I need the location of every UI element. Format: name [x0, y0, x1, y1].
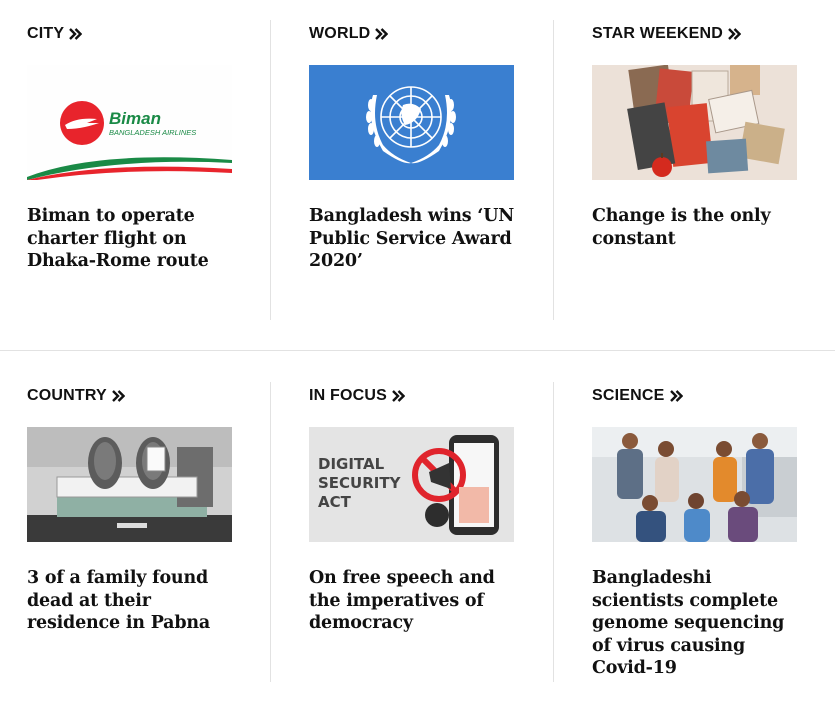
biman-logo-subtext: BANGLADESH AIRLINES [109, 128, 197, 137]
section-label: COUNTRY [27, 387, 107, 404]
headline-city[interactable]: Biman to operate charter flight on Dhaka… [27, 205, 242, 273]
headline-science[interactable]: Bangladeshi scientists complete genome s… [592, 567, 807, 680]
double-chevron-right-icon [375, 28, 389, 40]
section-link-world[interactable]: WORLD [309, 24, 514, 44]
section-link-science[interactable]: SCIENCE [592, 386, 797, 406]
column-divider [270, 382, 271, 682]
double-chevron-right-icon [69, 28, 83, 40]
section-link-star-weekend[interactable]: STAR WEEKEND [592, 24, 797, 44]
biman-logo-text: Biman [109, 109, 161, 128]
column-divider [553, 20, 554, 320]
section-label: SCIENCE [592, 387, 665, 404]
thumbnail-scientists-photo[interactable] [592, 427, 797, 542]
section-link-in-focus[interactable]: IN FOCUS [309, 386, 514, 406]
thumbnail-morgue-illustration[interactable] [27, 427, 232, 542]
column-divider [553, 382, 554, 682]
magazine-collage-image [592, 65, 797, 180]
double-chevron-right-icon [669, 390, 683, 402]
morgue-illustration-image [27, 427, 232, 542]
news-card-city: CITY [27, 24, 232, 44]
dsa-graphic-text-line1: DIGITAL [318, 455, 385, 473]
un-emblem-image [309, 65, 514, 180]
thumbnail-magazine-collage[interactable] [592, 65, 797, 180]
news-card-world: WORLD [309, 24, 514, 44]
section-label: WORLD [309, 25, 371, 42]
double-chevron-right-icon [728, 28, 741, 40]
headline-in-focus[interactable]: On free speech and the imperatives of de… [309, 567, 524, 635]
thumbnail-un-emblem[interactable] [309, 65, 514, 180]
row-divider [0, 350, 835, 351]
dsa-graphic-text-line2: SECURITY [318, 474, 401, 492]
section-label: STAR WEEKEND [592, 25, 723, 42]
column-divider [270, 20, 271, 320]
headline-country[interactable]: 3 of a family found dead at their reside… [27, 567, 242, 635]
news-card-in-focus: IN FOCUS [309, 386, 514, 406]
section-link-city[interactable]: CITY [27, 24, 232, 44]
headline-star-weekend[interactable]: Change is the only constant [592, 205, 807, 250]
news-card-star-weekend: STAR WEEKEND [592, 24, 797, 44]
section-link-country[interactable]: COUNTRY [27, 386, 232, 406]
double-chevron-right-icon [392, 390, 406, 402]
section-label: IN FOCUS [309, 387, 388, 404]
news-card-science: SCIENCE [592, 386, 797, 406]
section-label: CITY [27, 25, 65, 42]
news-card-country: COUNTRY [27, 386, 232, 406]
scientists-photo-image [592, 427, 797, 542]
dsa-graphic-text-line3: ACT [318, 493, 351, 511]
double-chevron-right-icon [112, 390, 125, 402]
thumbnail-biman-logo[interactable]: Biman BANGLADESH AIRLINES [27, 65, 232, 180]
thumbnail-digital-security-act[interactable]: DIGITAL SECURITY ACT [309, 427, 514, 542]
headline-world[interactable]: Bangladesh wins ‘UN Public Service Award… [309, 205, 524, 273]
